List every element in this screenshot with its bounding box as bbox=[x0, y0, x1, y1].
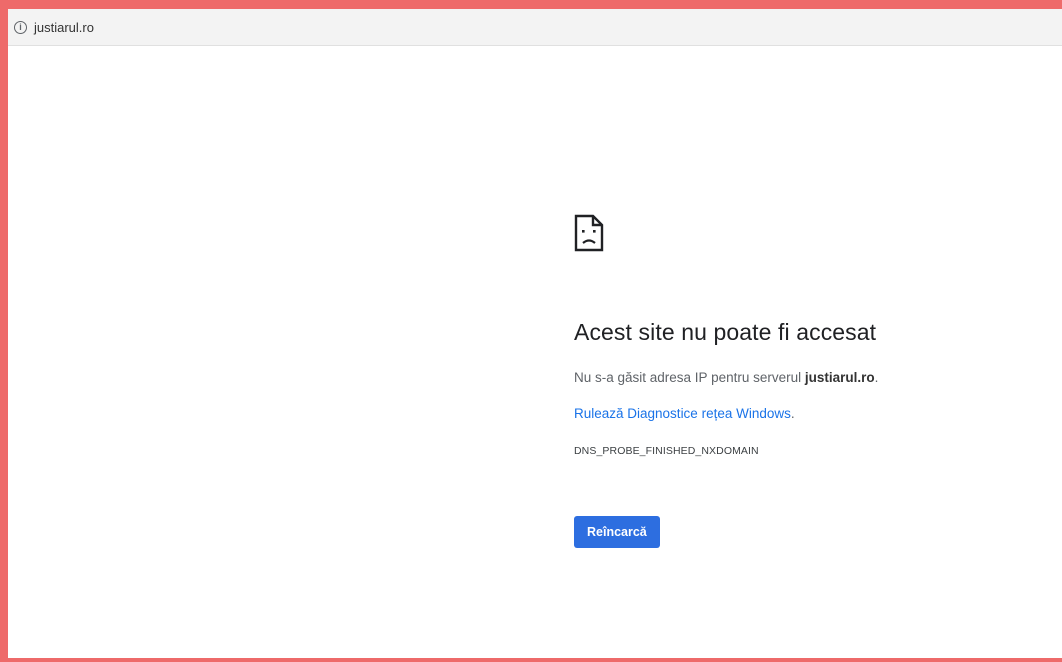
address-bar[interactable]: i justiarul.ro bbox=[8, 9, 1062, 46]
url-text[interactable]: justiarul.ro bbox=[34, 20, 94, 35]
reload-button[interactable]: Reîncarcă bbox=[574, 516, 660, 548]
error-message-suffix: . bbox=[874, 370, 879, 385]
error-code: DNS_PROBE_FINISHED_NXDOMAIN bbox=[574, 445, 759, 457]
diagnostics-link[interactable]: Rulează Diagnostice rețea Windows bbox=[574, 406, 791, 421]
error-content: Acest site nu poate fi accesat Nu s-a gă… bbox=[574, 214, 1054, 548]
info-icon[interactable]: i bbox=[14, 20, 27, 34]
screenshot-frame: i justiarul.ro Acest site nu poate fi ac… bbox=[0, 0, 1062, 662]
error-title: Acest site nu poate fi accesat bbox=[574, 319, 877, 345]
error-host: justiarul.ro bbox=[804, 370, 875, 385]
diagnostics-suffix: . bbox=[790, 406, 795, 421]
sad-page-icon bbox=[574, 214, 604, 252]
error-message-text: Nu s-a găsit adresa IP pentru serverul bbox=[574, 370, 805, 385]
error-message: Nu s-a găsit adresa IP pentru serverul j… bbox=[574, 370, 1054, 385]
